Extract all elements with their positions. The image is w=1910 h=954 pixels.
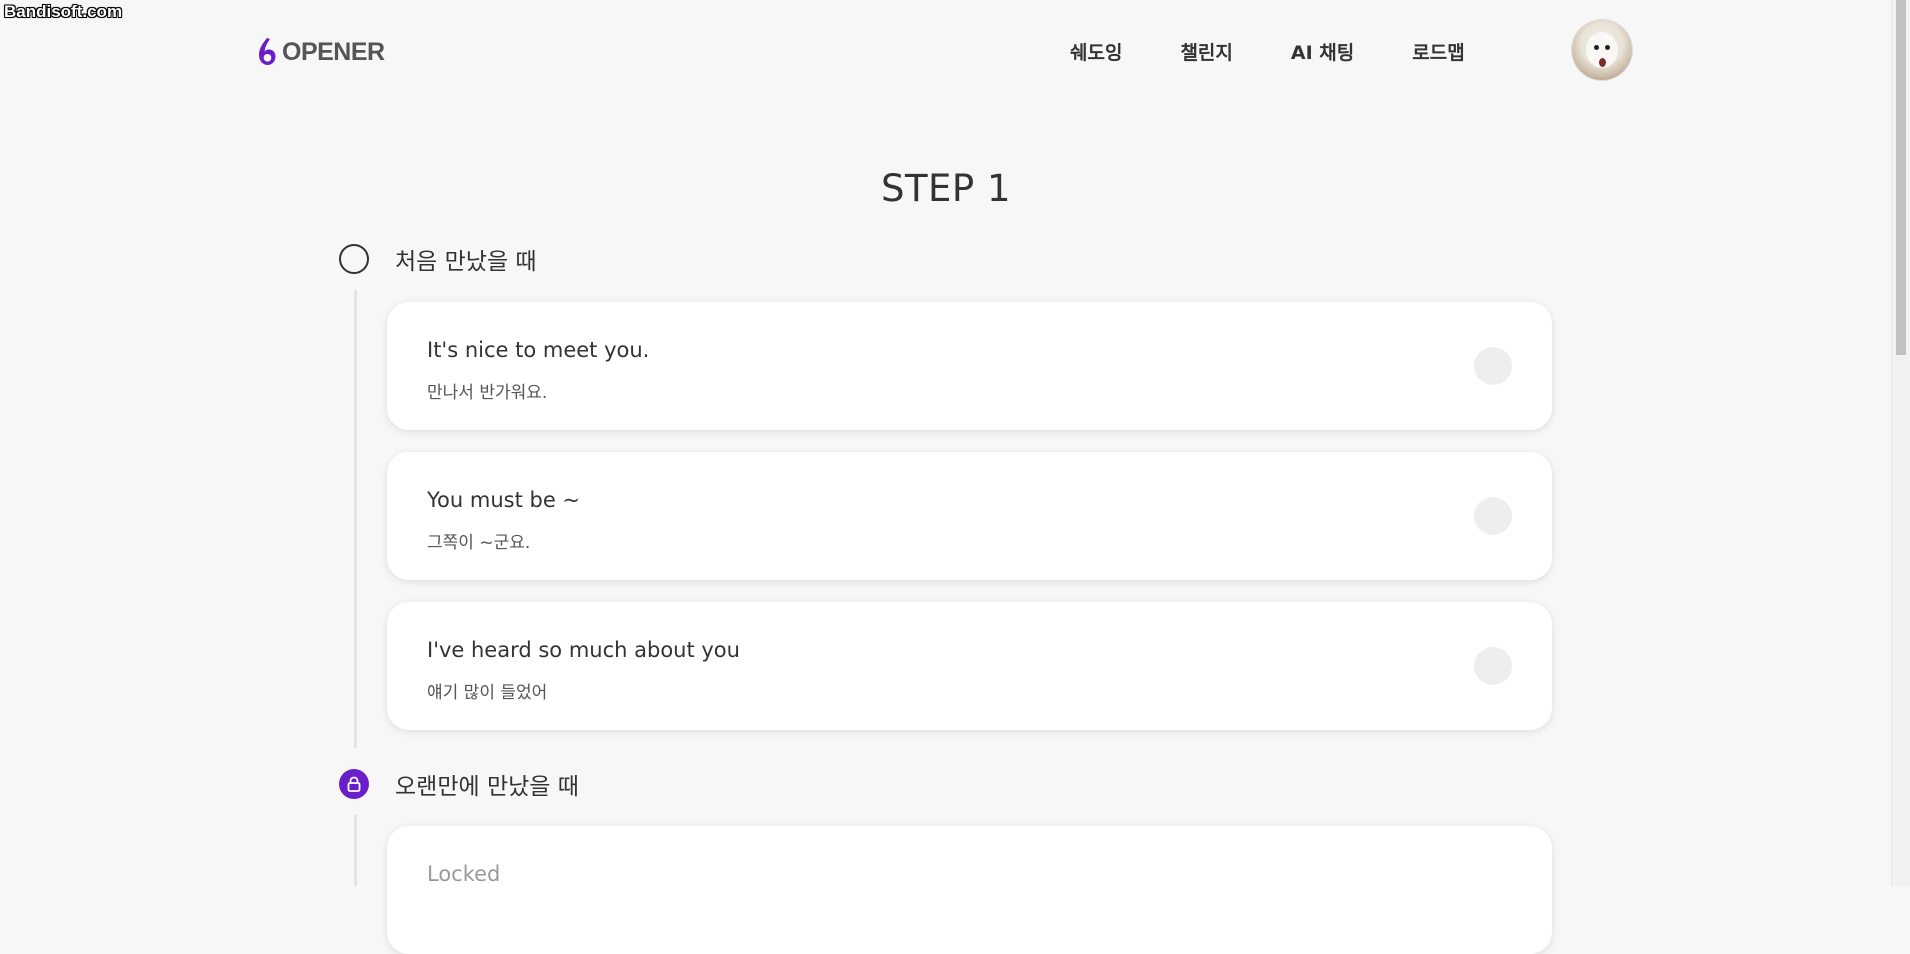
- phrase-korean: 그쪽이 ~군요.: [427, 533, 531, 553]
- section-long-time-no-see[interactable]: 오랜만에 만났을 때: [339, 767, 579, 801]
- vertical-scrollbar[interactable]: [1891, 0, 1910, 886]
- phrase-english: It's nice to meet you.: [427, 338, 650, 362]
- section-title: 처음 만났을 때: [395, 249, 537, 275]
- phrase-card[interactable]: You must be ~ 그쪽이 ~군요.: [387, 452, 1552, 580]
- opener-logo[interactable]: OPENER: [256, 37, 385, 67]
- section-lock-badge: [339, 769, 369, 799]
- nav-shadowing[interactable]: 쉐도잉: [1070, 38, 1122, 65]
- avatar-eye-right: [1605, 45, 1610, 50]
- scrollbar-thumb[interactable]: [1896, 0, 1906, 355]
- phrase-korean: 얘기 많이 들었어: [427, 683, 548, 703]
- section-title: 오랜만에 만났을 때: [395, 774, 579, 800]
- step-title: STEP 1: [880, 167, 1012, 210]
- phrase-card[interactable]: I've heard so much about you 얘기 많이 들었어: [387, 602, 1552, 730]
- locked-phrase-card: Locked: [387, 826, 1552, 954]
- timeline-line-section-1: [354, 290, 357, 748]
- bandisoft-watermark: Bandisoft.com: [4, 2, 123, 21]
- lock-icon: [347, 776, 361, 792]
- phrase-card[interactable]: It's nice to meet you. 만나서 반가워요.: [387, 302, 1552, 430]
- avatar-eye-left: [1594, 45, 1599, 50]
- phrase-korean: 만나서 반가워요.: [427, 383, 548, 403]
- nav-roadmap[interactable]: 로드맵: [1412, 38, 1464, 65]
- flame-logo-icon: [259, 38, 276, 65]
- logo-text: OPENER: [282, 37, 385, 66]
- locked-label: Locked: [427, 862, 501, 886]
- user-avatar[interactable]: [1572, 20, 1632, 80]
- nav-ai-chat[interactable]: AI 채팅: [1291, 38, 1354, 65]
- avatar-mouth: [1599, 58, 1606, 67]
- top-header: OPENER 쉐도잉 챌린지 AI 채팅 로드맵: [0, 0, 1892, 105]
- completion-circle-icon[interactable]: [1474, 647, 1512, 685]
- completion-circle-icon[interactable]: [1474, 347, 1512, 385]
- nav-challenge[interactable]: 챌린지: [1180, 38, 1232, 65]
- main-nav: 쉐도잉 챌린지 AI 채팅 로드맵: [1070, 38, 1523, 65]
- timeline-line-section-2: [354, 815, 357, 886]
- phrase-english: I've heard so much about you: [427, 638, 740, 662]
- section-first-meeting[interactable]: 처음 만났을 때: [339, 242, 537, 276]
- phrase-english: You must be ~: [427, 488, 581, 512]
- completion-circle-icon[interactable]: [1474, 497, 1512, 535]
- section-status-circle-icon: [339, 244, 369, 274]
